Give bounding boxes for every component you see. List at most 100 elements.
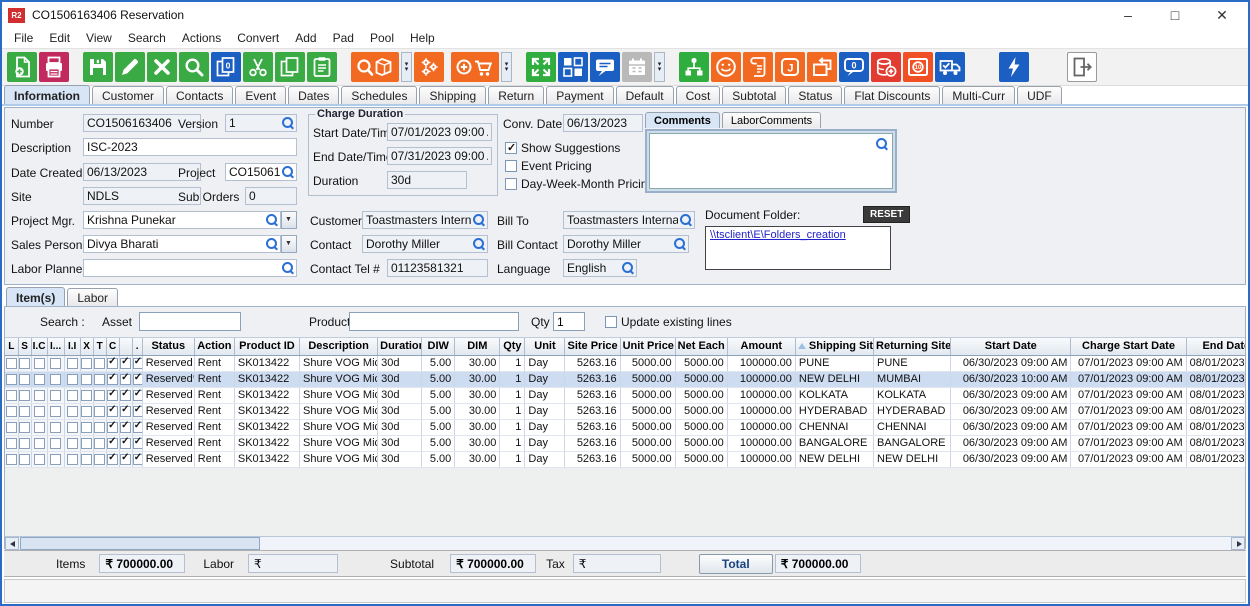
start-datetime-field[interactable]: 07/01/2023 09:00 AM xyxy=(387,123,492,141)
column-header-description[interactable]: Description xyxy=(300,338,378,355)
cell-charge-start-date[interactable]: 07/01/2023 09:00 AM xyxy=(1071,451,1186,467)
cell-unit[interactable]: Day xyxy=(525,419,565,435)
cell-net-each[interactable]: 5000.00 xyxy=(675,355,727,371)
search-icon[interactable] xyxy=(282,166,294,178)
cell-dim[interactable]: 30.00 xyxy=(455,371,500,387)
tab-status[interactable]: Status xyxy=(788,86,842,104)
row-checkbox-cell[interactable] xyxy=(18,403,31,419)
cell-action[interactable]: Rent xyxy=(194,435,234,451)
row-checkbox-cell[interactable] xyxy=(106,355,119,371)
row-checkbox-cell[interactable] xyxy=(119,387,132,403)
cell-net-each[interactable]: 5000.00 xyxy=(675,419,727,435)
cell-amount[interactable]: 100000.00 xyxy=(727,435,795,451)
cell-description[interactable]: Shure VOG Mic xyxy=(300,387,378,403)
search-icon[interactable] xyxy=(473,238,485,250)
duration-field[interactable]: 30d xyxy=(387,171,467,189)
cell-diw[interactable]: 5.00 xyxy=(422,403,455,419)
cell-returning-site[interactable]: NEW DELHI xyxy=(874,451,951,467)
cell-product-id[interactable]: SK013422 xyxy=(234,435,299,451)
row-checkbox-cell[interactable] xyxy=(18,451,31,467)
cell-duration[interactable]: 30d xyxy=(378,419,422,435)
row-checkbox-cell[interactable] xyxy=(64,419,80,435)
labor-planner-field[interactable] xyxy=(83,259,297,277)
column-header-net-each[interactable]: Net Each xyxy=(675,338,727,355)
tab-shipping[interactable]: Shipping xyxy=(419,86,486,104)
cell-start-date[interactable]: 06/30/2023 10:00 AM xyxy=(951,371,1071,387)
cell-net-each[interactable]: 5000.00 xyxy=(675,403,727,419)
tab-return[interactable]: Return xyxy=(488,86,544,104)
row-checkbox-cell[interactable] xyxy=(119,403,132,419)
lightning-icon[interactable] xyxy=(999,52,1029,82)
cell-duration[interactable]: 30d xyxy=(378,355,422,371)
column-header-blank[interactable] xyxy=(119,338,132,355)
cell-charge-start-date[interactable]: 07/01/2023 09:00 AM xyxy=(1071,419,1186,435)
tab-item-s[interactable]: Item(s) xyxy=(6,287,65,306)
cell-dim[interactable]: 30.00 xyxy=(455,403,500,419)
row-checkbox-cell[interactable] xyxy=(93,435,106,451)
row-checkbox-cell[interactable] xyxy=(93,451,106,467)
column-header-duration[interactable]: Duration xyxy=(378,338,422,355)
row-checkbox-cell[interactable] xyxy=(64,387,80,403)
cell-unit[interactable]: Day xyxy=(525,387,565,403)
expand-arrows-icon[interactable] xyxy=(526,52,556,82)
search-icon[interactable] xyxy=(266,238,278,250)
cell-diw[interactable]: 5.00 xyxy=(422,435,455,451)
row-checkbox-cell[interactable] xyxy=(18,387,31,403)
cell-end-date[interactable]: 08/01/2023 09:00 AM xyxy=(1186,435,1245,451)
cell-returning-site[interactable]: CHENNAI xyxy=(874,419,951,435)
journal-icon[interactable]: J xyxy=(775,52,805,82)
version-field[interactable]: 1 xyxy=(225,114,297,132)
table-row[interactable]: Reserved*RentSK013422Shure VOG Mic30d5.0… xyxy=(5,371,1245,387)
row-checkbox-cell[interactable] xyxy=(93,355,106,371)
column-header-returning-site[interactable]: Returning Site xyxy=(874,338,951,355)
tab-default[interactable]: Default xyxy=(616,86,674,104)
row-checkbox-cell[interactable] xyxy=(93,419,106,435)
cell-dim[interactable]: 30.00 xyxy=(455,355,500,371)
column-header-unit-price[interactable]: Unit Price xyxy=(620,338,675,355)
product-search-icon[interactable] xyxy=(351,52,399,82)
cell-shipping-site[interactable]: BANGALORE xyxy=(795,435,873,451)
cell-net-each[interactable]: 5000.00 xyxy=(675,451,727,467)
tab-contacts[interactable]: Contacts xyxy=(166,86,233,104)
cell-charge-start-date[interactable]: 07/01/2023 09:00 AM xyxy=(1071,403,1186,419)
tab-multi-curr[interactable]: Multi-Curr xyxy=(942,86,1015,104)
cell-shipping-site[interactable]: NEW DELHI xyxy=(795,371,873,387)
row-checkbox-cell[interactable] xyxy=(5,451,18,467)
cell-dim[interactable]: 30.00 xyxy=(455,435,500,451)
row-checkbox-cell[interactable] xyxy=(80,355,93,371)
cell-unit[interactable]: Day xyxy=(525,355,565,371)
row-checkbox-cell[interactable] xyxy=(132,403,142,419)
column-header-i[interactable]: I... xyxy=(47,338,64,355)
cell-returning-site[interactable]: HYDERABAD xyxy=(874,403,951,419)
vault-icon[interactable]: 10 xyxy=(903,52,933,82)
column-header-end-date[interactable]: End Date xyxy=(1186,338,1245,355)
row-checkbox-cell[interactable] xyxy=(132,387,142,403)
cell-description[interactable]: Shure VOG Mic xyxy=(300,355,378,371)
menu-search[interactable]: Search xyxy=(120,30,174,46)
cell-unit[interactable]: Day xyxy=(525,451,565,467)
tab-customer[interactable]: Customer xyxy=(92,86,164,104)
row-checkbox-cell[interactable] xyxy=(18,419,31,435)
cell-action[interactable]: Rent xyxy=(194,419,234,435)
search-icon[interactable] xyxy=(179,52,209,82)
cell-qty[interactable]: 1 xyxy=(500,419,525,435)
truck-check-icon[interactable] xyxy=(935,52,965,82)
cell-qty[interactable]: 1 xyxy=(500,387,525,403)
cell-status[interactable]: Reserved xyxy=(142,355,194,371)
cell-start-date[interactable]: 06/30/2023 09:00 AM xyxy=(951,451,1071,467)
maximize-button[interactable]: □ xyxy=(1155,7,1195,23)
close-button[interactable]: ✕ xyxy=(1202,7,1242,24)
row-checkbox-cell[interactable] xyxy=(47,435,64,451)
calendar-dropdown[interactable] xyxy=(654,52,665,82)
cell-amount[interactable]: 100000.00 xyxy=(727,403,795,419)
row-checkbox-cell[interactable] xyxy=(47,355,64,371)
cell-description[interactable]: Shure VOG Mic xyxy=(300,419,378,435)
print-icon[interactable] xyxy=(39,52,69,82)
column-header-unit[interactable]: Unit xyxy=(525,338,565,355)
checkbox-show-suggestions[interactable]: Show Suggestions xyxy=(505,140,654,155)
row-checkbox-cell[interactable] xyxy=(5,387,18,403)
cell-action[interactable]: Rent xyxy=(194,355,234,371)
column-header-c[interactable]: C xyxy=(106,338,119,355)
row-checkbox-cell[interactable] xyxy=(64,403,80,419)
menu-pool[interactable]: Pool xyxy=(362,30,402,46)
